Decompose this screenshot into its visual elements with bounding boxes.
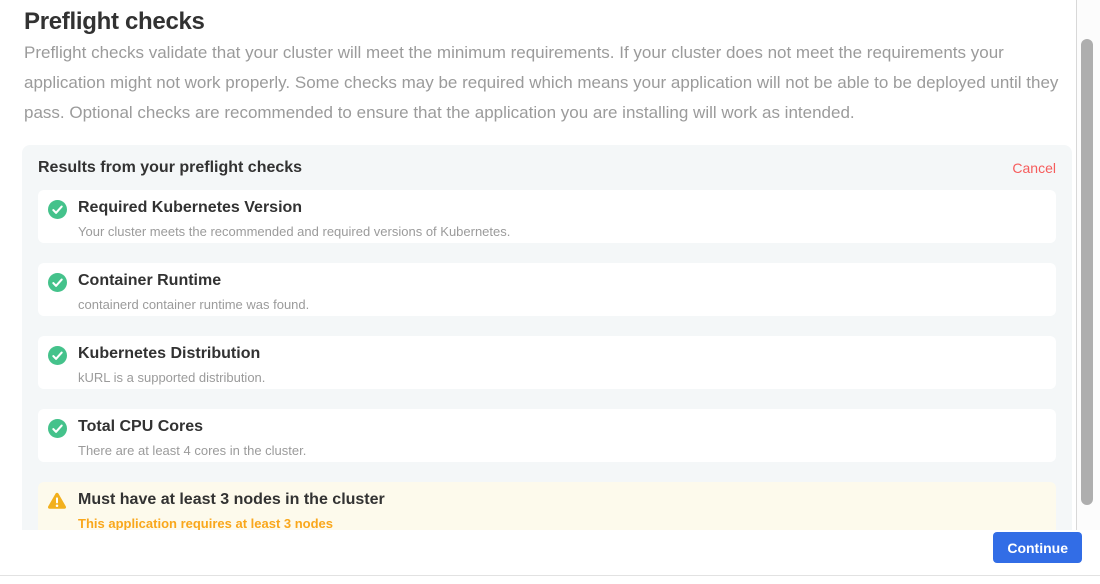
check-description: This application requires at least 3 nod… — [78, 516, 385, 530]
results-header: Results from your preflight checks — [38, 159, 302, 177]
preflight-screen: Preflight checks Preflight checks valida… — [0, 0, 1100, 584]
results-panel-header-row: Results from your preflight checks Cance… — [22, 145, 1072, 190]
results-panel: Results from your preflight checks Cance… — [22, 145, 1072, 530]
check-text: Total CPU Cores There are at least 4 cor… — [78, 417, 306, 458]
check-circle-icon — [47, 199, 67, 219]
check-description: Your cluster meets the recommended and r… — [78, 224, 510, 239]
check-text: Container Runtime containerd container r… — [78, 271, 309, 312]
check-circle-icon — [47, 418, 67, 438]
check-item: Must have at least 3 nodes in the cluste… — [38, 482, 1056, 530]
check-item: Total CPU Cores There are at least 4 cor… — [38, 409, 1056, 462]
check-text: Required Kubernetes Version Your cluster… — [78, 198, 510, 239]
scrollbar-track[interactable] — [1076, 0, 1100, 530]
footer: Continue — [0, 530, 1100, 576]
page-title: Preflight checks — [24, 8, 205, 36]
check-description: There are at least 4 cores in the cluste… — [78, 443, 306, 458]
check-description: containerd container runtime was found. — [78, 297, 309, 312]
check-circle-icon — [47, 272, 67, 292]
scrollbar-thumb[interactable] — [1081, 39, 1093, 505]
check-item: Kubernetes Distribution kURL is a suppor… — [38, 336, 1056, 389]
check-title: Container Runtime — [78, 271, 309, 291]
warning-triangle-icon — [47, 491, 67, 511]
check-circle-icon — [47, 345, 67, 365]
check-title: Must have at least 3 nodes in the cluste… — [78, 490, 385, 510]
check-title: Required Kubernetes Version — [78, 198, 510, 218]
check-title: Kubernetes Distribution — [78, 344, 265, 364]
check-title: Total CPU Cores — [78, 417, 306, 437]
cancel-link[interactable]: Cancel — [1012, 160, 1056, 176]
check-description: kURL is a supported distribution. — [78, 370, 265, 385]
page-description: Preflight checks validate that your clus… — [24, 38, 1064, 128]
check-text: Must have at least 3 nodes in the cluste… — [78, 490, 385, 530]
check-text: Kubernetes Distribution kURL is a suppor… — [78, 344, 265, 385]
continue-button[interactable]: Continue — [993, 532, 1082, 563]
check-item: Container Runtime containerd container r… — [38, 263, 1056, 316]
check-item: Required Kubernetes Version Your cluster… — [38, 190, 1056, 243]
